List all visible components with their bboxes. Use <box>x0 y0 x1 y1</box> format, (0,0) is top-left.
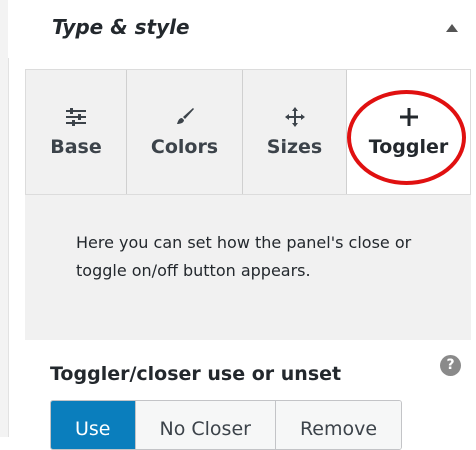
tab-description: Here you can set how the panel's close o… <box>25 195 471 340</box>
tab-colors-label: Colors <box>150 136 219 158</box>
panel-title: Type & style <box>52 15 190 39</box>
tab-toggler-label: Toggler <box>368 136 449 158</box>
toggler-section-title: Toggler/closer use or unset <box>50 363 342 385</box>
style-tabs: Base Colors Sizes Toggler <box>25 69 471 195</box>
tab-sizes[interactable]: Sizes <box>243 70 347 194</box>
move-arrows-icon <box>243 105 346 129</box>
brush-icon <box>127 105 242 129</box>
tab-toggler[interactable]: Toggler <box>347 70 470 194</box>
sliders-icon <box>26 105 126 129</box>
option-remove-button[interactable]: Remove <box>274 401 402 449</box>
help-icon[interactable]: ? <box>440 355 461 376</box>
tab-base-label: Base <box>50 136 102 158</box>
toggler-mode-selector: Use No Closer Remove <box>50 400 403 450</box>
tab-colors[interactable]: Colors <box>127 70 243 194</box>
tab-base[interactable]: Base <box>26 70 127 194</box>
option-use-button[interactable]: Use <box>51 401 135 449</box>
tab-sizes-label: Sizes <box>266 136 323 158</box>
panel-header[interactable]: Type & style <box>8 0 476 58</box>
option-no-closer-button[interactable]: No Closer <box>134 401 275 449</box>
collapse-caret-icon[interactable] <box>446 24 458 32</box>
left-gutter <box>0 0 9 437</box>
description-text: Here you can set how the panel's close o… <box>76 233 412 280</box>
plus-icon <box>347 105 470 129</box>
